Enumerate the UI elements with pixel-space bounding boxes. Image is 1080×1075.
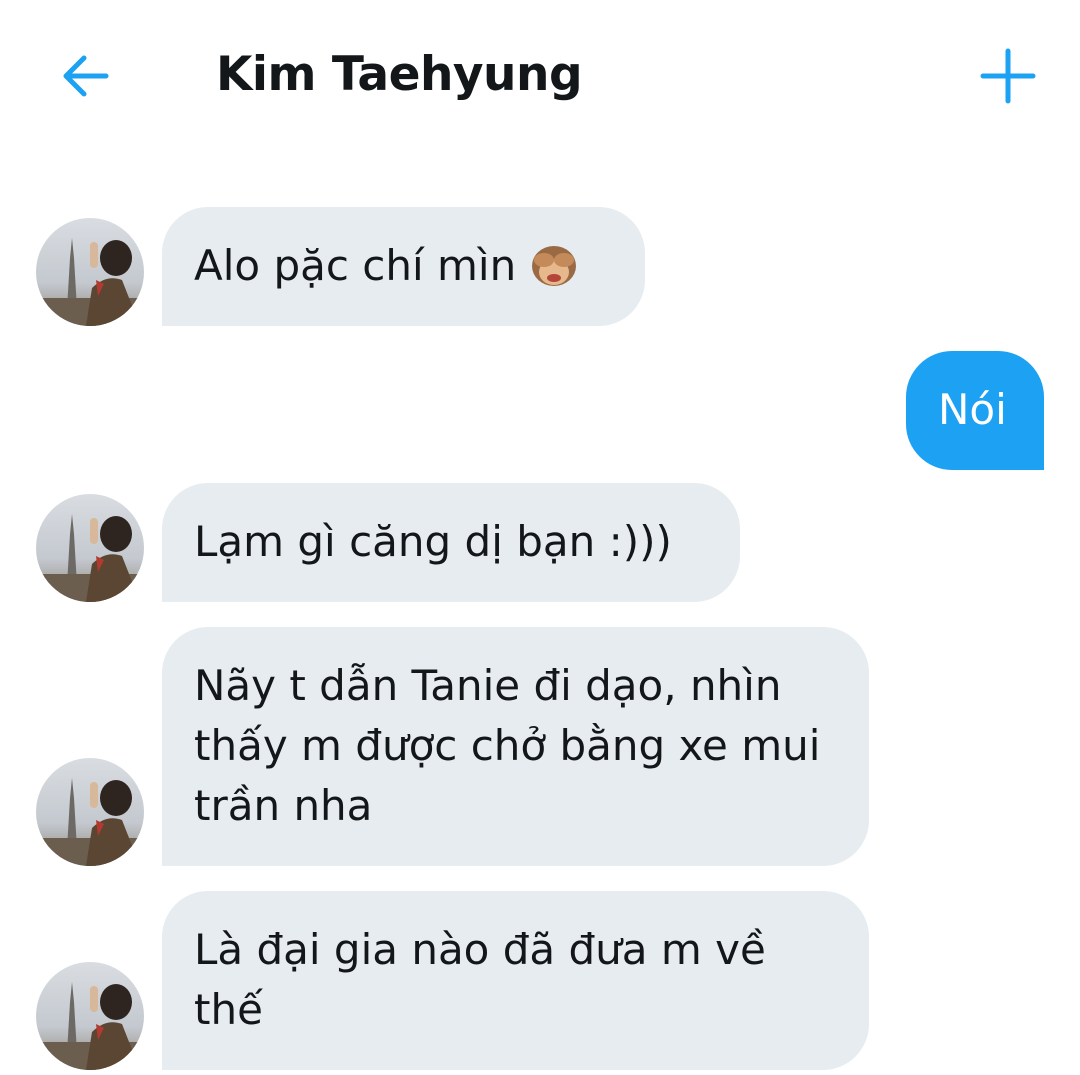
plus-icon — [980, 48, 1036, 104]
add-button[interactable] — [972, 40, 1044, 112]
avatar-photo — [36, 962, 144, 1070]
message-text: Alo pặc chí mìn — [194, 241, 517, 290]
message-text: Nói — [938, 385, 1007, 434]
avatar[interactable] — [36, 218, 144, 326]
message-text: Nãy t dẫn Tanie đi dạo, nhìn thấy m được… — [194, 661, 821, 830]
message-bubble-incoming[interactable]: Là đại gia nào đã đưa m về thế — [162, 891, 869, 1070]
message-bubble-incoming[interactable]: Alo pặc chí mìn — [162, 207, 645, 326]
avatar-photo — [36, 758, 144, 866]
message-bubble-incoming[interactable]: Lạm gì căng dị bạn :))) — [162, 483, 740, 602]
see-no-evil-monkey-icon — [524, 240, 584, 306]
avatar-photo — [36, 494, 144, 602]
avatar[interactable] — [36, 758, 144, 866]
message-bubble-outgoing[interactable]: Nói — [906, 351, 1044, 470]
avatar[interactable] — [36, 962, 144, 1070]
arrow-left-icon — [63, 55, 109, 97]
back-button[interactable] — [52, 44, 116, 108]
conversation-header: Kim Taehyung — [0, 0, 1080, 150]
message-bubble-incoming[interactable]: Nãy t dẫn Tanie đi dạo, nhìn thấy m được… — [162, 627, 869, 866]
avatar-photo — [36, 218, 144, 326]
message-text: Là đại gia nào đã đưa m về thế — [194, 925, 766, 1034]
message-text: Lạm gì căng dị bạn :))) — [194, 517, 672, 566]
avatar[interactable] — [36, 494, 144, 602]
conversation-title: Kim Taehyung — [216, 47, 583, 102]
